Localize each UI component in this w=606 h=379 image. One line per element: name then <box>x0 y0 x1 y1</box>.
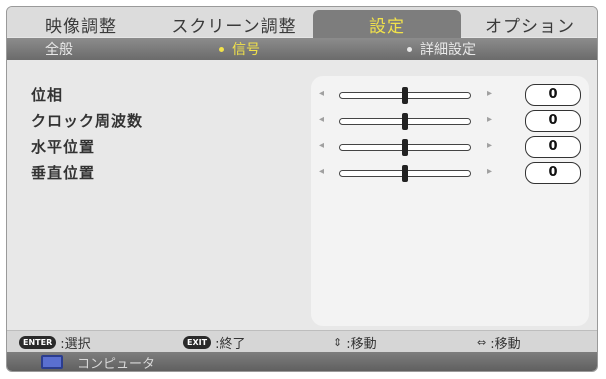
help-label: :終了 <box>215 336 246 352</box>
slider-thumb[interactable] <box>402 87 408 104</box>
label-clock[interactable]: クロック周波数 <box>31 108 143 134</box>
sub-tab-bar: 全般 信号 詳細設定 <box>7 38 597 60</box>
value-box: 0 <box>525 136 581 158</box>
bullet-icon <box>219 46 224 52</box>
tab-screen[interactable]: スクリーン調整 <box>155 10 313 38</box>
help-footer: ENTER :選択 EXIT :終了 ⇕ :移動 ⇔ :移動 <box>7 330 597 352</box>
subtab-signal[interactable]: 信号 <box>219 38 260 60</box>
main-tab-bar: 映像調整 スクリーン調整 設定 オプション <box>7 7 597 38</box>
help-updown: ⇕ :移動 <box>333 332 377 352</box>
osd-menu: 映像調整 スクリーン調整 設定 オプション 全般 信号 詳細設定 位相 クロック… <box>6 6 598 372</box>
bullet-icon <box>407 46 412 52</box>
slider-row-clock: ◂ ▸ 0 <box>311 108 589 134</box>
help-label: :選択 <box>60 336 91 352</box>
tab-options[interactable]: オプション <box>463 10 597 38</box>
slider-track[interactable] <box>339 165 471 182</box>
slider-track[interactable] <box>339 113 471 130</box>
left-right-arrow-icon: ⇔ <box>477 335 487 349</box>
value-box: 0 <box>525 162 581 184</box>
tab-picture[interactable]: 映像調整 <box>11 10 151 38</box>
slider-track[interactable] <box>339 87 471 104</box>
settings-content: 位相 クロック周波数 水平位置 垂直位置 ◂ ▸ 0 ◂ ▸ 0 ◂ ▸ 0 ◂… <box>7 60 597 330</box>
tab-setup[interactable]: 設定 <box>313 10 461 38</box>
source-label: コンピュータ <box>77 356 156 372</box>
slider-track[interactable] <box>339 139 471 156</box>
help-enter: ENTER :選択 <box>19 332 91 352</box>
left-arrow-icon[interactable]: ◂ <box>319 114 324 125</box>
subtab-label: 信号 <box>232 42 260 58</box>
input-source-bar: コンピュータ <box>7 352 597 372</box>
enter-key-icon: ENTER <box>19 335 57 349</box>
right-arrow-icon[interactable]: ▸ <box>487 140 492 151</box>
right-arrow-icon[interactable]: ▸ <box>487 166 492 177</box>
left-arrow-icon[interactable]: ◂ <box>319 88 324 99</box>
slider-row-phase: ◂ ▸ 0 <box>311 82 589 108</box>
slider-thumb[interactable] <box>402 113 408 130</box>
right-arrow-icon[interactable]: ▸ <box>487 88 492 99</box>
help-leftright: ⇔ :移動 <box>477 332 521 352</box>
help-label: :移動 <box>490 336 521 352</box>
settings-labels: 位相 クロック周波数 水平位置 垂直位置 <box>31 82 143 186</box>
help-label: :移動 <box>346 336 377 352</box>
subtab-advanced[interactable]: 詳細設定 <box>407 38 476 60</box>
slider-thumb[interactable] <box>402 165 408 182</box>
left-arrow-icon[interactable]: ◂ <box>319 166 324 177</box>
label-h-position[interactable]: 水平位置 <box>31 134 143 160</box>
subtab-label: 全般 <box>45 42 73 58</box>
subtab-label: 詳細設定 <box>420 42 476 58</box>
slider-row-h-position: ◂ ▸ 0 <box>311 134 589 160</box>
subtab-general[interactable]: 全般 <box>45 38 73 60</box>
left-arrow-icon[interactable]: ◂ <box>319 140 324 151</box>
right-arrow-icon[interactable]: ▸ <box>487 114 492 125</box>
help-exit: EXIT :終了 <box>183 332 245 352</box>
value-box: 0 <box>525 110 581 132</box>
label-phase[interactable]: 位相 <box>31 82 143 108</box>
exit-key-icon: EXIT <box>183 335 212 349</box>
label-v-position[interactable]: 垂直位置 <box>31 160 143 186</box>
slider-thumb[interactable] <box>402 139 408 156</box>
slider-panel: ◂ ▸ 0 ◂ ▸ 0 ◂ ▸ 0 ◂ ▸ 0 <box>311 76 589 326</box>
value-box: 0 <box>525 84 581 106</box>
up-down-arrow-icon: ⇕ <box>333 335 343 349</box>
slider-row-v-position: ◂ ▸ 0 <box>311 160 589 186</box>
computer-icon <box>41 355 63 369</box>
